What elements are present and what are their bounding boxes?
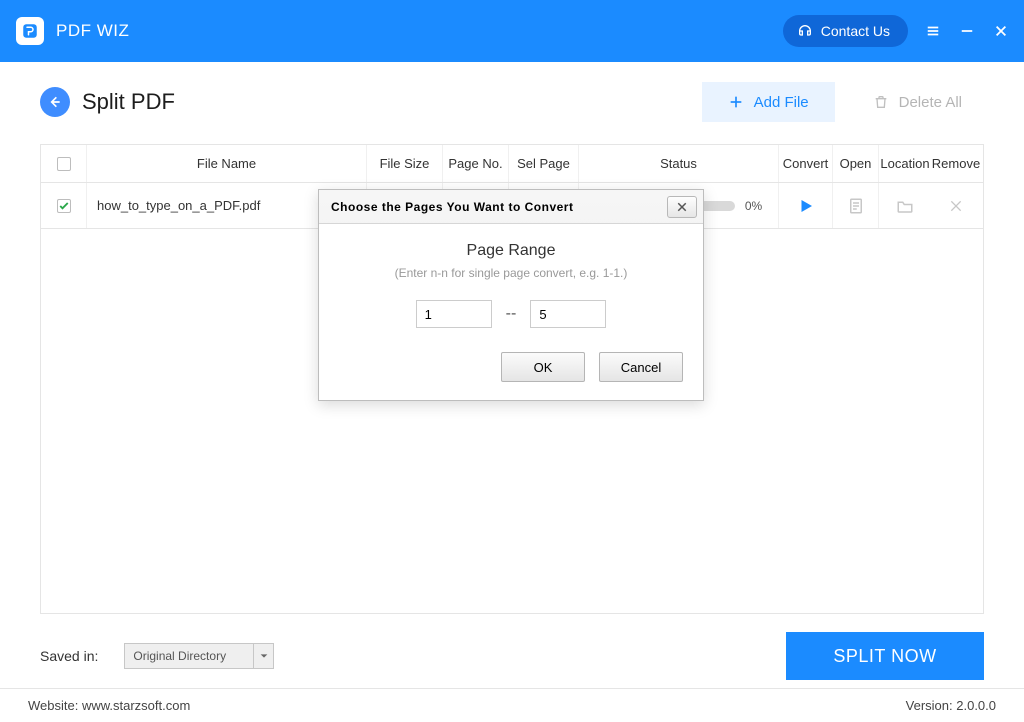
header-pageno: Page No. <box>443 145 509 182</box>
dialog-ok-button[interactable]: OK <box>501 352 585 382</box>
header-row: Split PDF Add File Delete All <box>40 82 984 122</box>
dialog-body: Page Range (Enter n-n for single page co… <box>319 224 703 400</box>
dialog-heading: Page Range <box>339 242 683 260</box>
bottom-strip: Website: www.starzsoft.com Version: 2.0.… <box>0 688 1024 722</box>
dialog-titlebar: Choose the Pages You Want to Convert <box>319 190 703 224</box>
header-filesize: File Size <box>367 145 443 182</box>
page-range-row: -- <box>339 300 683 328</box>
chevron-down-icon <box>259 651 269 661</box>
check-icon <box>58 200 70 212</box>
app-logo-icon <box>21 22 39 40</box>
file-icon <box>847 197 865 215</box>
header-remove: Remove <box>931 145 981 182</box>
folder-icon <box>896 197 914 215</box>
plus-icon <box>728 94 744 110</box>
app-title: PDF WIZ <box>56 21 129 41</box>
page-from-input[interactable] <box>416 300 492 328</box>
dialog-cancel-button[interactable]: Cancel <box>599 352 683 382</box>
contact-us-label: Contact Us <box>821 23 890 39</box>
select-all-checkbox[interactable] <box>57 157 71 171</box>
table-header: File Name File Size Page No. Sel Page St… <box>41 145 983 183</box>
header-status: Status <box>579 145 779 182</box>
add-file-button[interactable]: Add File <box>702 82 835 122</box>
menu-button[interactable] <box>926 24 940 38</box>
saved-in-value: Original Directory <box>133 649 226 663</box>
header-checkbox-cell <box>41 145 87 182</box>
window-controls <box>926 24 1008 38</box>
header-filename: File Name <box>87 145 367 182</box>
select-chevron <box>253 644 273 668</box>
convert-button[interactable] <box>779 183 833 228</box>
add-file-label: Add File <box>754 94 809 111</box>
minimize-button[interactable] <box>960 24 974 38</box>
close-button[interactable] <box>994 24 1008 38</box>
titlebar: PDF WIZ Contact Us <box>0 0 1024 62</box>
row-checkbox[interactable] <box>57 199 71 213</box>
header-open: Open <box>833 145 879 182</box>
dialog-button-row: OK Cancel <box>339 352 683 382</box>
version-label: Version: 2.0.0.0 <box>906 698 996 713</box>
page-title: Split PDF <box>82 89 175 115</box>
dialog-close-button[interactable] <box>667 196 697 218</box>
saved-in-select[interactable]: Original Directory <box>124 643 274 669</box>
page-to-input[interactable] <box>530 300 606 328</box>
delete-all-label: Delete All <box>899 94 962 111</box>
close-icon <box>994 23 1008 39</box>
remove-button[interactable] <box>931 183 981 228</box>
dialog-title: Choose the Pages You Want to Convert <box>331 200 573 214</box>
progress-percent: 0% <box>745 199 762 213</box>
menu-icon <box>926 23 940 39</box>
header-selpage: Sel Page <box>509 145 579 182</box>
minimize-icon <box>960 23 974 39</box>
close-icon <box>676 201 688 213</box>
play-icon <box>797 197 815 215</box>
range-separator: -- <box>506 305 517 323</box>
page-body: Split PDF Add File Delete All File Name … <box>0 62 1024 692</box>
contact-us-button[interactable]: Contact Us <box>783 15 908 47</box>
header-convert: Convert <box>779 145 833 182</box>
website-label: Website: www.starzsoft.com <box>28 698 190 713</box>
file-table: File Name File Size Page No. Sel Page St… <box>40 144 984 614</box>
trash-icon <box>873 94 889 110</box>
header-location: Location <box>879 145 931 182</box>
delete-all-button[interactable]: Delete All <box>851 82 984 122</box>
app-logo <box>16 17 44 45</box>
footer-row: Saved in: Original Directory SPLIT NOW <box>40 614 984 692</box>
location-button[interactable] <box>879 183 931 228</box>
dialog-hint: (Enter n-n for single page convert, e.g.… <box>339 266 683 280</box>
split-now-button[interactable]: SPLIT NOW <box>786 632 984 680</box>
back-button[interactable] <box>40 87 70 117</box>
headset-icon <box>797 23 813 39</box>
open-button[interactable] <box>833 183 879 228</box>
saved-in-label: Saved in: <box>40 648 98 664</box>
row-checkbox-cell <box>41 183 87 228</box>
x-icon <box>948 198 964 214</box>
arrow-left-icon <box>47 94 63 110</box>
page-range-dialog: Choose the Pages You Want to Convert Pag… <box>318 189 704 401</box>
